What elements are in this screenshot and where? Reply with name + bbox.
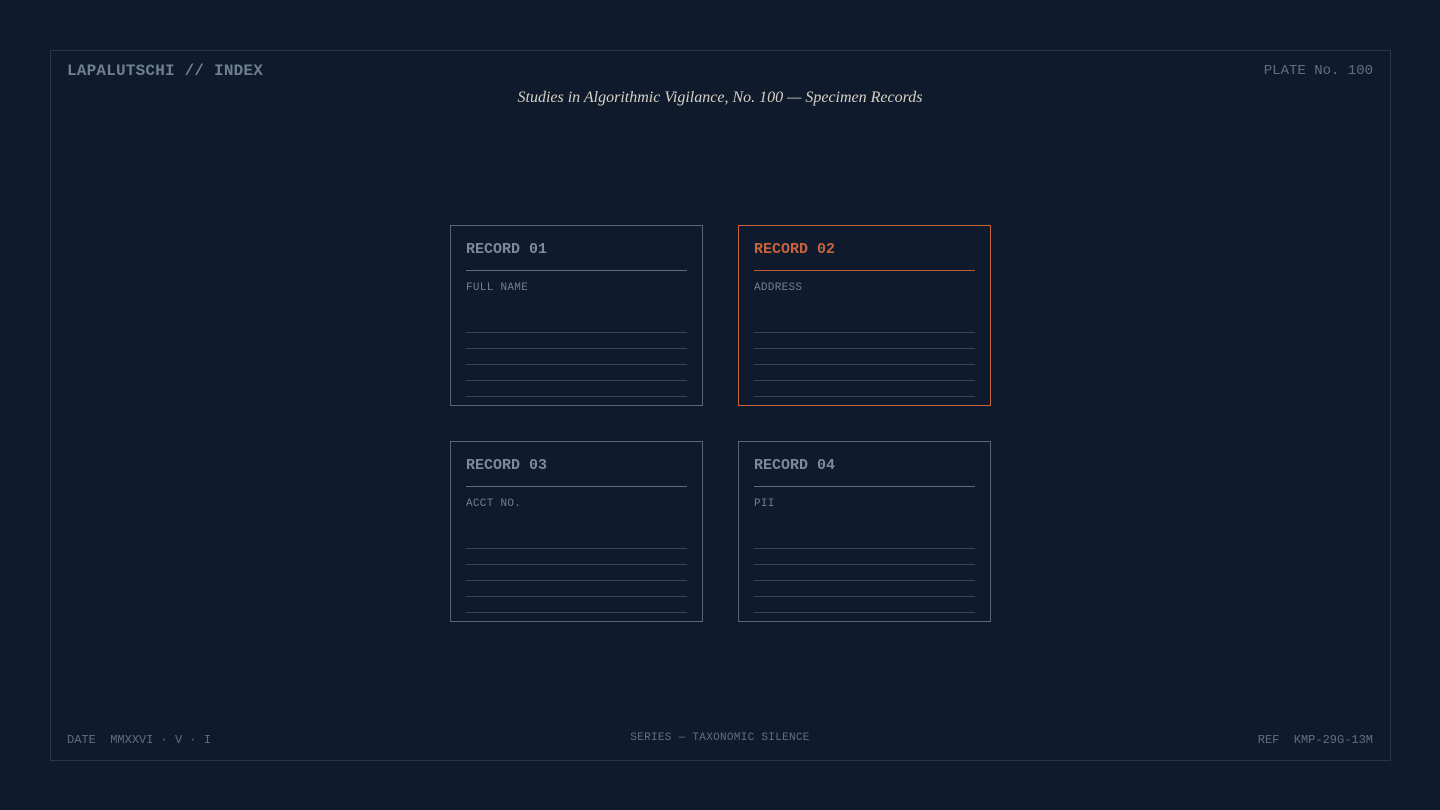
record-card-02[interactable]: RECORD 02 ADDRESS [738,225,991,406]
footer-ref-label: REF [1257,733,1280,747]
record-blank-lines [754,317,975,397]
record-blank-lines [466,533,687,613]
plate-number: PLATE No. 100 [1263,63,1373,79]
plate-frame [50,50,1391,761]
record-field-label: PII [754,498,775,510]
record-divider [754,270,975,271]
brand-title: LAPALUTSCHI // INDEX [67,62,264,80]
record-title: RECORD 01 [466,241,548,258]
record-title: RECORD 03 [466,457,548,474]
footer-series: SERIES — TAXONOMIC SILENCE [630,732,810,744]
record-divider [754,486,975,487]
record-field-label: ACCT NO. [466,498,522,510]
page-title: Studies in Algorithmic Vigilance, No. 10… [517,89,923,106]
record-title: RECORD 04 [754,457,836,474]
record-divider [466,270,687,271]
footer-ref: REF KMP-29G-13M [1258,733,1373,747]
record-card-04[interactable]: RECORD 04 PII [738,441,991,622]
record-field-label: ADDRESS [754,282,803,294]
record-card-01[interactable]: RECORD 01 FULL NAME [450,225,703,406]
record-blank-lines [466,317,687,397]
record-blank-lines [754,533,975,613]
record-divider [466,486,687,487]
record-field-label: FULL NAME [466,282,529,294]
record-card-03[interactable]: RECORD 03 ACCT NO. [450,441,703,622]
record-title: RECORD 02 [754,241,836,258]
footer-ref-value: KMP-29G-13M [1293,733,1373,747]
